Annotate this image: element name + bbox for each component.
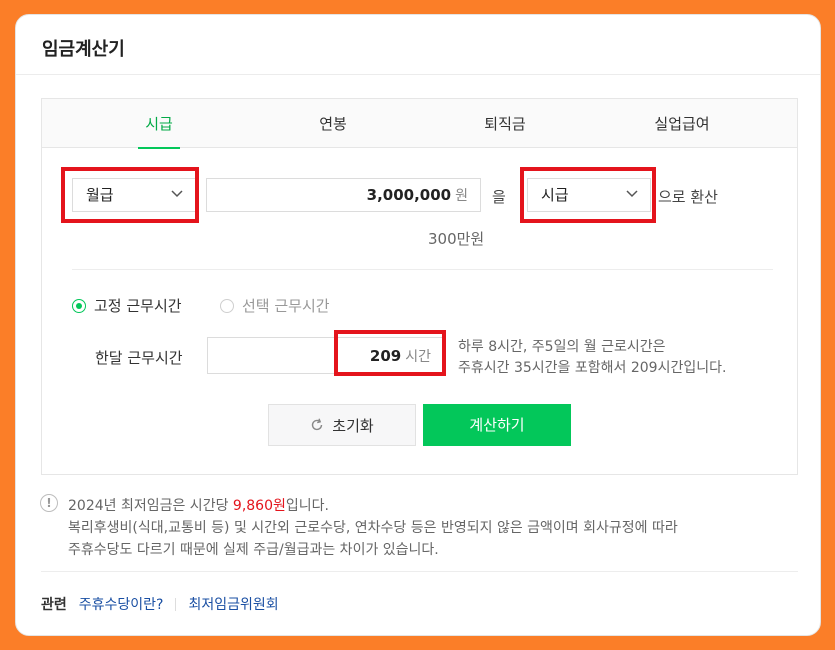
amount-hint: 300만원 <box>428 230 485 248</box>
notice-line1-prefix: 2024년 최저임금은 시간당 <box>68 498 233 514</box>
hours-unit: 시간 <box>405 349 431 365</box>
from-unit-select[interactable]: 월급 <box>72 178 196 212</box>
flexible-hours-radio[interactable]: 선택 근무시간 <box>220 295 330 316</box>
minimum-wage-value: 9,860원 <box>232 498 286 514</box>
tab-severance[interactable]: 퇴직금 <box>475 99 535 148</box>
calculator-panel: 시급 연봉 퇴직금 실업급여 월급 3,000,000 원 을 시급 으로 환산 … <box>41 98 798 475</box>
page-title: 임금계산기 <box>42 39 125 60</box>
wage-calculator-card: 임금계산기 시급 연봉 퇴직금 실업급여 월급 3,000,000 원 을 시급 … <box>15 14 821 636</box>
amount-input[interactable]: 3,000,000 원 <box>206 178 481 212</box>
monthly-hours-input[interactable]: 209 시간 <box>207 337 444 374</box>
radio-checked-icon <box>72 298 86 313</box>
exclamation-circle-icon: ! <box>40 494 58 512</box>
reset-label: 초기화 <box>332 417 374 435</box>
title-divider <box>16 74 820 75</box>
fixed-hours-label: 고정 근무시간 <box>94 297 182 315</box>
hours-description-line1: 하루 8시간, 주5일의 월 근로시간은 <box>458 339 666 355</box>
related-label: 관련 <box>41 597 67 613</box>
hours-description-line2: 주휴시간 35시간을 포함해서 209시간입니다. <box>458 360 727 376</box>
fixed-hours-radio[interactable]: 고정 근무시간 <box>72 295 182 316</box>
related-links: 관련 주휴수당이란? 최저임금위원회 <box>41 594 279 614</box>
hours-description: 하루 8시간, 주5일의 월 근로시간은 주휴시간 35시간을 포함해서 209… <box>458 337 726 379</box>
refresh-icon <box>312 418 323 431</box>
section-divider <box>72 269 773 270</box>
weekly-holiday-pay-link[interactable]: 주휴수당이란? <box>79 594 164 614</box>
flexible-hours-label: 선택 근무시간 <box>242 297 330 315</box>
from-unit-value: 월급 <box>86 186 114 204</box>
notice-line1-suffix: 입니다. <box>285 498 329 514</box>
hours-value: 209 <box>369 347 402 365</box>
reset-button[interactable]: 초기화 <box>268 404 416 446</box>
to-unit-select[interactable]: 시급 <box>527 178 651 212</box>
notice-line2: 복리후생비(식대,교통비 등) 및 시간외 근로수당, 연차수당 등은 반영되지… <box>68 520 678 536</box>
convert-suffix: 으로 환산 <box>658 188 718 206</box>
tab-hourly[interactable]: 시급 <box>138 99 180 149</box>
notice-line3: 주휴수당도 다르기 때문에 실제 주급/월급과는 차이가 있습니다. <box>68 542 439 558</box>
tab-annual[interactable]: 연봉 <box>310 99 356 148</box>
tab-unemployment[interactable]: 실업급여 <box>642 99 722 148</box>
footer-divider <box>41 571 798 572</box>
link-separator <box>175 597 177 611</box>
to-unit-value: 시급 <box>541 186 569 204</box>
amount-value: 3,000,000 <box>366 186 452 204</box>
minimum-wage-commission-link[interactable]: 최저임금위원회 <box>188 594 278 614</box>
amount-unit: 원 <box>455 188 468 204</box>
monthly-hours-label: 한달 근무시간 <box>95 349 183 367</box>
notice-text: 2024년 최저임금은 시간당 9,860원입니다. 복리후생비(식대,교통비 … <box>68 495 678 561</box>
radio-unchecked-icon <box>220 298 234 313</box>
chevron-down-icon <box>626 190 638 198</box>
tab-bar: 시급 연봉 퇴직금 실업급여 <box>42 99 797 149</box>
calculate-button[interactable]: 계산하기 <box>423 404 571 446</box>
particle-text: 을 <box>492 188 506 206</box>
chevron-down-icon <box>171 190 183 198</box>
